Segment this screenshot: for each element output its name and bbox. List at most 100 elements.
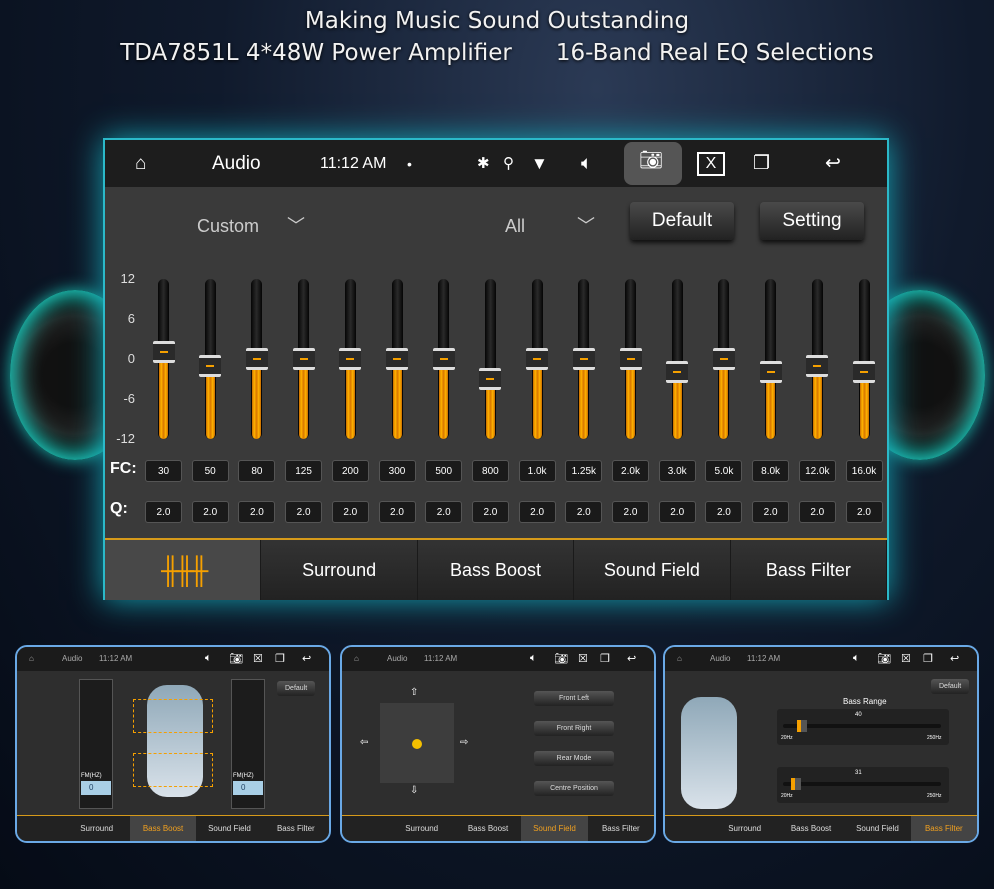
tab-surround[interactable]: Surround bbox=[711, 816, 777, 841]
tab-sound-field[interactable]: Sound Field bbox=[196, 816, 262, 841]
fc-value[interactable]: 3.0k bbox=[658, 460, 696, 482]
front-left-button[interactable]: Front Left bbox=[534, 691, 614, 706]
q-value[interactable]: 2.0 bbox=[145, 501, 182, 523]
q-value[interactable]: 2.0 bbox=[425, 501, 463, 523]
tab-equalizer[interactable] bbox=[17, 816, 63, 841]
eq-slider-handle[interactable] bbox=[712, 348, 735, 370]
eq-slider-handle[interactable] bbox=[245, 348, 268, 370]
fc-value[interactable]: 2.0k bbox=[612, 460, 649, 482]
tab-bass-boost[interactable]: Bass Boost bbox=[129, 816, 197, 841]
q-value[interactable]: 2.0 bbox=[238, 501, 276, 523]
fc-value[interactable]: 500 bbox=[425, 460, 463, 482]
fc-value[interactable]: 200 bbox=[331, 460, 369, 482]
eq-slider-handle[interactable] bbox=[479, 368, 502, 390]
fc-value[interactable]: 16.0k bbox=[845, 460, 883, 482]
slider-thumb[interactable] bbox=[797, 720, 808, 732]
q-value[interactable]: 2.0 bbox=[378, 501, 416, 523]
q-value[interactable]: 2.0 bbox=[705, 501, 743, 523]
fc-value[interactable]: 125 bbox=[285, 460, 323, 482]
tab-bass-filter[interactable]: Bass Filter bbox=[730, 540, 888, 600]
eq-slider-handle[interactable] bbox=[526, 348, 549, 370]
eq-slider-handle[interactable] bbox=[339, 348, 362, 370]
close-window-icon[interactable]: ☒ bbox=[578, 652, 588, 665]
eq-slider-handle[interactable] bbox=[199, 354, 222, 377]
volume-icon[interactable]: 🔈︎ bbox=[853, 652, 860, 665]
fc-value[interactable]: 50 bbox=[191, 460, 229, 482]
fc-value[interactable]: 30 bbox=[145, 460, 182, 482]
q-value[interactable]: 2.0 bbox=[752, 501, 790, 523]
eq-slider-handle[interactable] bbox=[152, 341, 175, 364]
default-button[interactable]: Default bbox=[277, 681, 316, 696]
camera-button[interactable]: 📷︎ bbox=[624, 142, 682, 185]
close-window-icon[interactable]: X bbox=[697, 151, 725, 176]
tab-sound-field[interactable]: Sound Field bbox=[844, 816, 910, 841]
tab-bass-filter[interactable]: Bass Filter bbox=[263, 816, 329, 841]
q-value[interactable]: 2.0 bbox=[471, 501, 509, 523]
recent-apps-icon[interactable]: ❐ bbox=[923, 652, 933, 665]
q-value[interactable]: 2.0 bbox=[565, 501, 603, 523]
sound-field-position[interactable] bbox=[412, 739, 422, 749]
eq-slider-handle[interactable] bbox=[432, 348, 455, 370]
volume-icon[interactable]: 🔈︎ bbox=[205, 652, 212, 665]
tab-surround[interactable]: Surround bbox=[63, 816, 129, 841]
back-icon[interactable]: ↩ bbox=[627, 652, 636, 665]
rear-mode-button[interactable]: Rear Mode bbox=[534, 751, 614, 766]
tab-surround[interactable]: Surround bbox=[261, 540, 418, 600]
tab-bass-filter[interactable]: Bass Filter bbox=[910, 816, 977, 841]
fc-value[interactable]: 800 bbox=[471, 460, 509, 482]
tab-bass-boost[interactable]: Bass Boost bbox=[778, 816, 844, 841]
tab-bass-filter[interactable]: Bass Filter bbox=[588, 816, 654, 841]
q-value[interactable]: 2.0 bbox=[612, 501, 649, 523]
tab-equalizer[interactable] bbox=[342, 816, 388, 841]
home-icon[interactable]: ⌂ bbox=[135, 154, 146, 173]
fc-value[interactable]: 1.25k bbox=[565, 460, 603, 482]
back-icon[interactable]: ↩ bbox=[302, 652, 311, 665]
q-value[interactable]: 2.0 bbox=[191, 501, 229, 523]
setting-button[interactable]: Setting bbox=[760, 202, 864, 240]
arrow-down-icon[interactable]: ⇩ bbox=[410, 785, 418, 796]
front-right-button[interactable]: Front Right bbox=[534, 721, 614, 736]
camera-icon[interactable]: 📷︎ bbox=[229, 652, 243, 665]
q-value[interactable]: 2.0 bbox=[658, 501, 696, 523]
tab-equalizer[interactable]: ╫╫╫ bbox=[105, 540, 262, 600]
fc-value[interactable]: 300 bbox=[378, 460, 416, 482]
recent-apps-icon[interactable]: ❐ bbox=[600, 652, 610, 665]
volume-icon[interactable]: 🔈︎ bbox=[530, 652, 537, 665]
back-icon[interactable]: ↩ bbox=[950, 652, 959, 665]
fc-value[interactable]: 8.0k bbox=[752, 460, 790, 482]
default-button[interactable]: Default bbox=[630, 202, 734, 240]
fc-value[interactable]: 5.0k bbox=[705, 460, 743, 482]
tab-surround[interactable]: Surround bbox=[388, 816, 454, 841]
channel-dropdown[interactable]: All ﹀ bbox=[505, 212, 595, 238]
fc-value[interactable]: 12.0k bbox=[798, 460, 836, 482]
eq-slider-handle[interactable] bbox=[806, 354, 829, 377]
recent-apps-icon[interactable]: ❐ bbox=[275, 652, 285, 665]
camera-icon[interactable]: 📷︎ bbox=[554, 652, 568, 665]
preset-dropdown[interactable]: Custom ﹀ bbox=[197, 212, 305, 238]
tab-equalizer[interactable] bbox=[665, 816, 711, 841]
q-value[interactable]: 2.0 bbox=[845, 501, 883, 523]
centre-position-button[interactable]: Centre Position bbox=[534, 781, 614, 796]
eq-slider-handle[interactable] bbox=[292, 348, 315, 370]
recent-apps-icon[interactable]: ❐ bbox=[753, 154, 770, 173]
fc-value[interactable]: 80 bbox=[238, 460, 276, 482]
tab-bass-boost[interactable]: Bass Boost bbox=[455, 816, 521, 841]
back-icon[interactable]: ↩ bbox=[825, 154, 841, 173]
eq-slider-handle[interactable] bbox=[386, 348, 408, 370]
eq-slider-handle[interactable] bbox=[759, 361, 782, 384]
tab-sound-field[interactable]: Sound Field bbox=[574, 540, 731, 600]
arrow-up-icon[interactable]: ⇧ bbox=[410, 687, 418, 698]
tab-bass-boost[interactable]: Bass Boost bbox=[417, 540, 575, 600]
slider-thumb[interactable] bbox=[790, 778, 801, 790]
default-button[interactable]: Default bbox=[931, 679, 970, 694]
fc-value[interactable]: 1.0k bbox=[518, 460, 556, 482]
arrow-left-icon[interactable]: ⇦ bbox=[360, 737, 368, 748]
front-speakers-zone[interactable] bbox=[133, 699, 213, 733]
q-value[interactable]: 2.0 bbox=[331, 501, 369, 523]
eq-slider-handle[interactable] bbox=[853, 361, 875, 384]
eq-slider-handle[interactable] bbox=[572, 348, 595, 370]
camera-icon[interactable]: 📷︎ bbox=[877, 652, 891, 665]
tab-sound-field[interactable]: Sound Field bbox=[521, 816, 588, 841]
volume-icon[interactable]: 🔈︎ bbox=[581, 154, 592, 173]
eq-slider-handle[interactable] bbox=[619, 348, 642, 370]
